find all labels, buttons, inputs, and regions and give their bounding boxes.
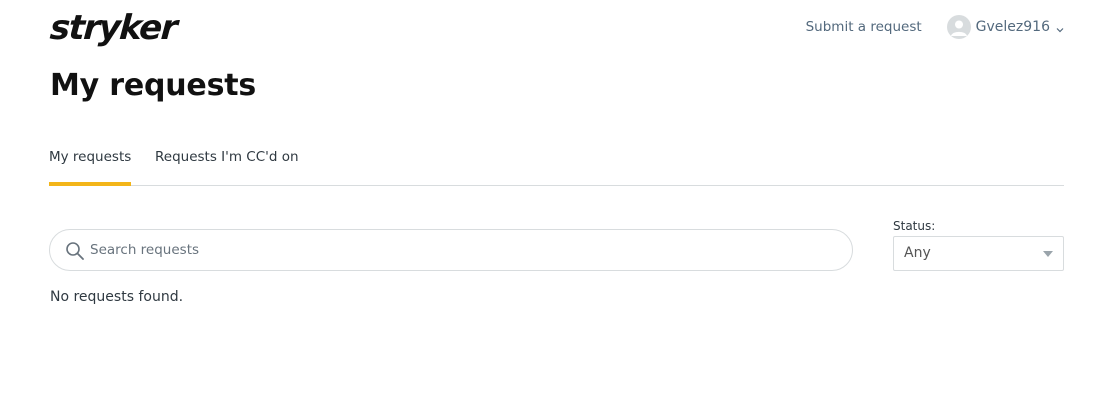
request-tabs: My requests Requests I'm CC'd on — [49, 138, 1064, 186]
status-selected-value: Any — [904, 245, 931, 261]
requests-page: stryker Submit a request Gvelez916 My re… — [0, 0, 1111, 400]
search-box — [49, 229, 853, 271]
page-title: My requests — [50, 68, 257, 103]
submit-request-link[interactable]: Submit a request — [806, 19, 922, 35]
status-filter-select[interactable]: Any — [893, 236, 1064, 271]
tab-my-requests[interactable]: My requests — [49, 138, 132, 186]
chevron-down-icon — [1056, 18, 1064, 37]
search-input[interactable] — [90, 235, 830, 265]
empty-results-message: No requests found. — [50, 289, 184, 305]
search-icon — [65, 241, 85, 265]
tab-requests-cc[interactable]: Requests I'm CC'd on — [155, 138, 299, 185]
header-nav: Submit a request Gvelez916 — [806, 14, 1064, 40]
dropdown-caret-icon — [1043, 251, 1053, 257]
stryker-logo[interactable]: stryker — [49, 8, 178, 48]
user-menu[interactable]: Gvelez916 — [946, 15, 1064, 39]
user-avatar-icon — [946, 15, 971, 39]
status-filter-label: Status: — [893, 219, 936, 233]
user-name: Gvelez916 — [975, 19, 1050, 35]
